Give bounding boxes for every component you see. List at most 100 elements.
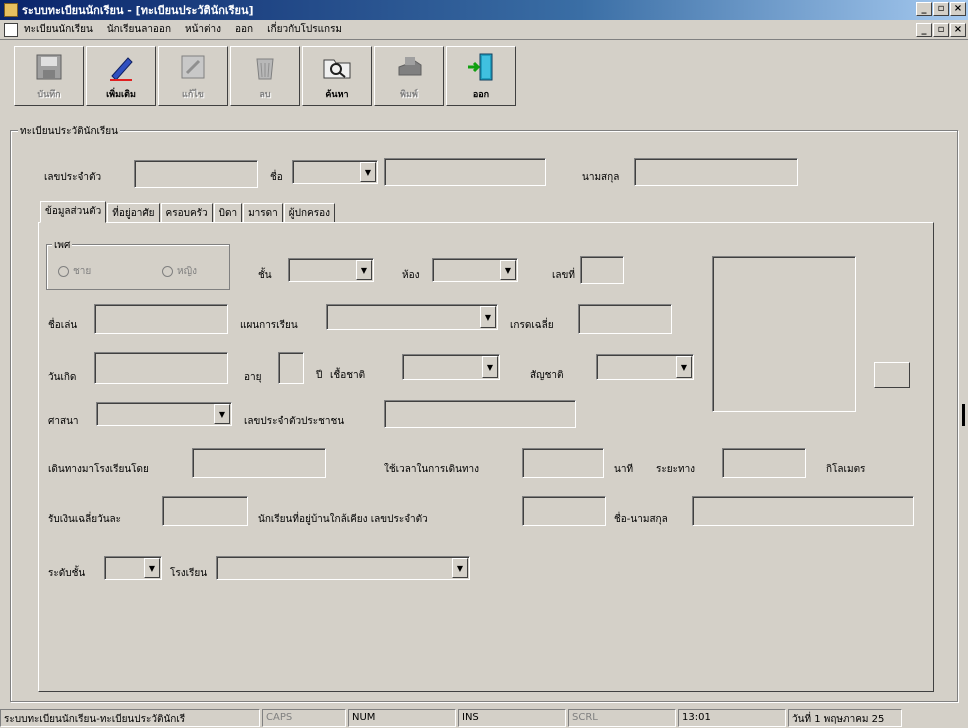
- trash-icon: [249, 51, 281, 83]
- male-radio[interactable]: ชาย: [58, 264, 91, 279]
- age-label: อายุ: [244, 372, 262, 383]
- browse-photo-button[interactable]: [874, 362, 910, 388]
- room-combo[interactable]: ▼: [432, 258, 518, 282]
- student-id-label: เลขประจำตัว: [44, 172, 102, 183]
- chevron-down-icon[interactable]: ▼: [452, 558, 468, 578]
- prev-level-label: ระดับชั้น: [48, 568, 86, 579]
- first-name-field[interactable]: [384, 158, 546, 186]
- child-restore-button[interactable]: ▫: [933, 23, 949, 37]
- status-num: NUM: [348, 709, 456, 727]
- citizen-id-label: เลขประจำตัวประชาชน: [244, 416, 345, 427]
- previous-school-combo[interactable]: ▼: [216, 556, 470, 580]
- menu-item-exit[interactable]: ออก: [235, 22, 253, 37]
- tab-mother[interactable]: มารดา: [243, 203, 283, 223]
- edit-button[interactable]: แก้ไข: [158, 46, 228, 106]
- citizen-id-field[interactable]: [384, 400, 576, 428]
- school-label: โรงเรียน: [170, 568, 208, 579]
- status-ins: INS: [458, 709, 566, 727]
- status-time: 13:01: [678, 709, 786, 727]
- text-cursor: [962, 404, 965, 426]
- search-button[interactable]: ค้นหา: [302, 46, 372, 106]
- prefix-combo[interactable]: ▼: [292, 160, 378, 184]
- tab-personal[interactable]: ข้อมูลส่วนตัว: [40, 201, 107, 223]
- delete-button[interactable]: ลบ: [230, 46, 300, 106]
- religion-label: ศาสนา: [48, 416, 79, 427]
- tab-father[interactable]: บิดา: [213, 203, 243, 223]
- surname-field[interactable]: [634, 158, 798, 186]
- window-title: ระบบทะเบียนนักเรียน - [ทะเบียนประวัตินัก…: [22, 4, 254, 17]
- gpa-label: เกรดเฉลี่ย: [510, 320, 554, 331]
- class-combo[interactable]: ▼: [288, 258, 374, 282]
- surname-label: นามสกุล: [582, 172, 620, 183]
- neighbor-id-field[interactable]: [522, 496, 606, 526]
- allowance-field[interactable]: [162, 496, 248, 526]
- neighbor-name-field[interactable]: [692, 496, 914, 526]
- km-label: กิโลเมตร: [826, 464, 866, 475]
- year-label: ปี: [316, 370, 323, 381]
- nickname-label: ชื่อเล่น: [48, 320, 78, 331]
- tab-strip: ข้อมูลส่วนตัว ที่อยู่อาศัย ครอบครัว บิดา…: [40, 201, 336, 223]
- distance-field[interactable]: [722, 448, 806, 478]
- save-icon: [33, 51, 65, 83]
- print-button[interactable]: พิมพ์: [374, 46, 444, 106]
- chevron-down-icon[interactable]: ▼: [480, 306, 496, 328]
- radio-icon: [162, 266, 173, 277]
- nickname-field[interactable]: [94, 304, 228, 334]
- add-pen-icon: [105, 51, 137, 83]
- maximize-button[interactable]: ▫: [933, 2, 949, 16]
- window-title-bar: ระบบทะเบียนนักเรียน - [ทะเบียนประวัตินัก…: [0, 0, 968, 20]
- search-folder-icon: [321, 51, 353, 83]
- close-button[interactable]: ×: [950, 2, 966, 16]
- child-minimize-button[interactable]: _: [916, 23, 932, 37]
- radio-icon: [58, 266, 69, 277]
- travel-time-label: ใช้เวลาในการเดินทาง: [384, 464, 480, 475]
- gender-label: เพศ: [52, 238, 73, 253]
- menu-item-window[interactable]: หน้าต่าง: [185, 22, 221, 37]
- neighbor-name-label: ชื่อ-นามสกุล: [614, 514, 668, 525]
- study-plan-combo[interactable]: ▼: [326, 304, 498, 330]
- chevron-down-icon[interactable]: ▼: [144, 558, 160, 578]
- group-title: ทะเบียนประวัตินักเรียน: [18, 124, 120, 139]
- prev-level-combo[interactable]: ▼: [104, 556, 162, 580]
- app-icon: [4, 3, 18, 17]
- religion-combo[interactable]: ▼: [96, 402, 232, 426]
- minimize-button[interactable]: _: [916, 2, 932, 16]
- nationality-combo[interactable]: ▼: [596, 354, 694, 380]
- chevron-down-icon[interactable]: ▼: [356, 260, 372, 280]
- add-button[interactable]: เพิ่มเติม: [86, 46, 156, 106]
- menu-item-registry[interactable]: ทะเบียนนักเรียน: [24, 22, 93, 37]
- travel-time-field[interactable]: [522, 448, 604, 478]
- race-combo[interactable]: ▼: [402, 354, 500, 380]
- menu-item-about[interactable]: เกี่ยวกับโปรแกรม: [267, 22, 342, 37]
- age-field[interactable]: [278, 352, 304, 384]
- chevron-down-icon[interactable]: ▼: [500, 260, 516, 280]
- chevron-down-icon[interactable]: ▼: [214, 404, 230, 424]
- chevron-down-icon[interactable]: ▼: [482, 356, 498, 378]
- nationality-label: สัญชาติ: [530, 370, 564, 381]
- tab-family[interactable]: ครอบครัว: [160, 203, 213, 223]
- menu-item-resigned[interactable]: นักเรียนลาออก: [107, 22, 171, 37]
- chevron-down-icon[interactable]: ▼: [360, 162, 376, 182]
- child-close-button[interactable]: ×: [950, 23, 966, 37]
- exit-button[interactable]: ออก: [446, 46, 516, 106]
- class-label: ชั้น: [258, 270, 272, 281]
- neighbor-label: นักเรียนที่อยู่บ้านใกล้เคียง เลขประจำตัว: [258, 514, 428, 525]
- document-icon[interactable]: [4, 22, 18, 37]
- distance-label: ระยะทาง: [656, 464, 696, 475]
- travel-label: เดินทางมาโรงเรียนโดย: [48, 464, 149, 475]
- status-date: วันที่ 1 พฤษภาคม 25: [788, 709, 902, 727]
- gpa-field[interactable]: [578, 304, 672, 334]
- birthdate-field[interactable]: [94, 352, 228, 384]
- chevron-down-icon[interactable]: ▼: [676, 356, 692, 378]
- plan-label: แผนการเรียน: [240, 320, 298, 331]
- female-radio[interactable]: หญิง: [162, 264, 197, 279]
- tab-guardian[interactable]: ผู้ปกครอง: [283, 203, 335, 223]
- prefix-label: ชื่อ: [270, 172, 283, 183]
- tab-address[interactable]: ที่อยู่อาศัย: [107, 203, 160, 223]
- save-button[interactable]: บันทึก: [14, 46, 84, 106]
- edit-icon: [177, 51, 209, 83]
- travel-method-field[interactable]: [192, 448, 326, 478]
- student-id-field[interactable]: [134, 160, 258, 188]
- number-field[interactable]: [580, 256, 624, 284]
- status-caps: CAPS: [262, 709, 346, 727]
